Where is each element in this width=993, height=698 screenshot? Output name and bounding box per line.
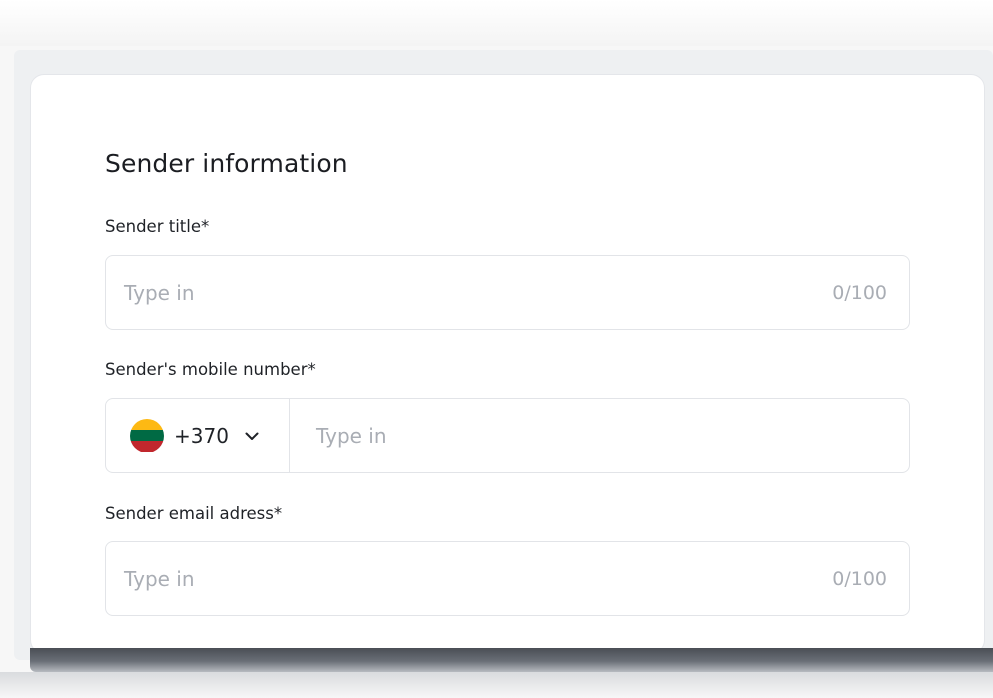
sender-information-card: Sender information Sender title* Type in…	[30, 74, 985, 654]
sender-mobile-label: Sender's mobile number*	[105, 360, 316, 379]
sender-title-placeholder: Type in	[124, 280, 195, 305]
sender-mobile-placeholder: Type in	[316, 423, 387, 448]
sender-email-char-counter: 0/100	[832, 567, 887, 590]
sender-mobile-input[interactable]: Type in	[290, 399, 909, 472]
bottom-shadow-band	[30, 648, 993, 672]
dial-code: +370	[174, 423, 229, 448]
sender-title-char-counter: 0/100	[832, 281, 887, 304]
sender-mobile-field: +370 Type in	[105, 398, 910, 473]
top-backdrop	[0, 0, 993, 46]
sender-email-input[interactable]: Type in 0/100	[105, 541, 910, 616]
sender-email-placeholder: Type in	[124, 566, 195, 591]
bottom-fade	[0, 672, 993, 698]
sender-email-label: Sender email adress*	[105, 504, 283, 523]
sender-title-input[interactable]: Type in 0/100	[105, 255, 910, 330]
section-title: Sender information	[105, 149, 348, 178]
screen: Sender information Sender title* Type in…	[0, 0, 993, 698]
chevron-down-icon	[245, 432, 259, 440]
country-code-dropdown[interactable]: +370	[106, 399, 290, 472]
lithuania-flag-icon	[130, 418, 164, 453]
sender-title-label: Sender title*	[105, 217, 210, 236]
